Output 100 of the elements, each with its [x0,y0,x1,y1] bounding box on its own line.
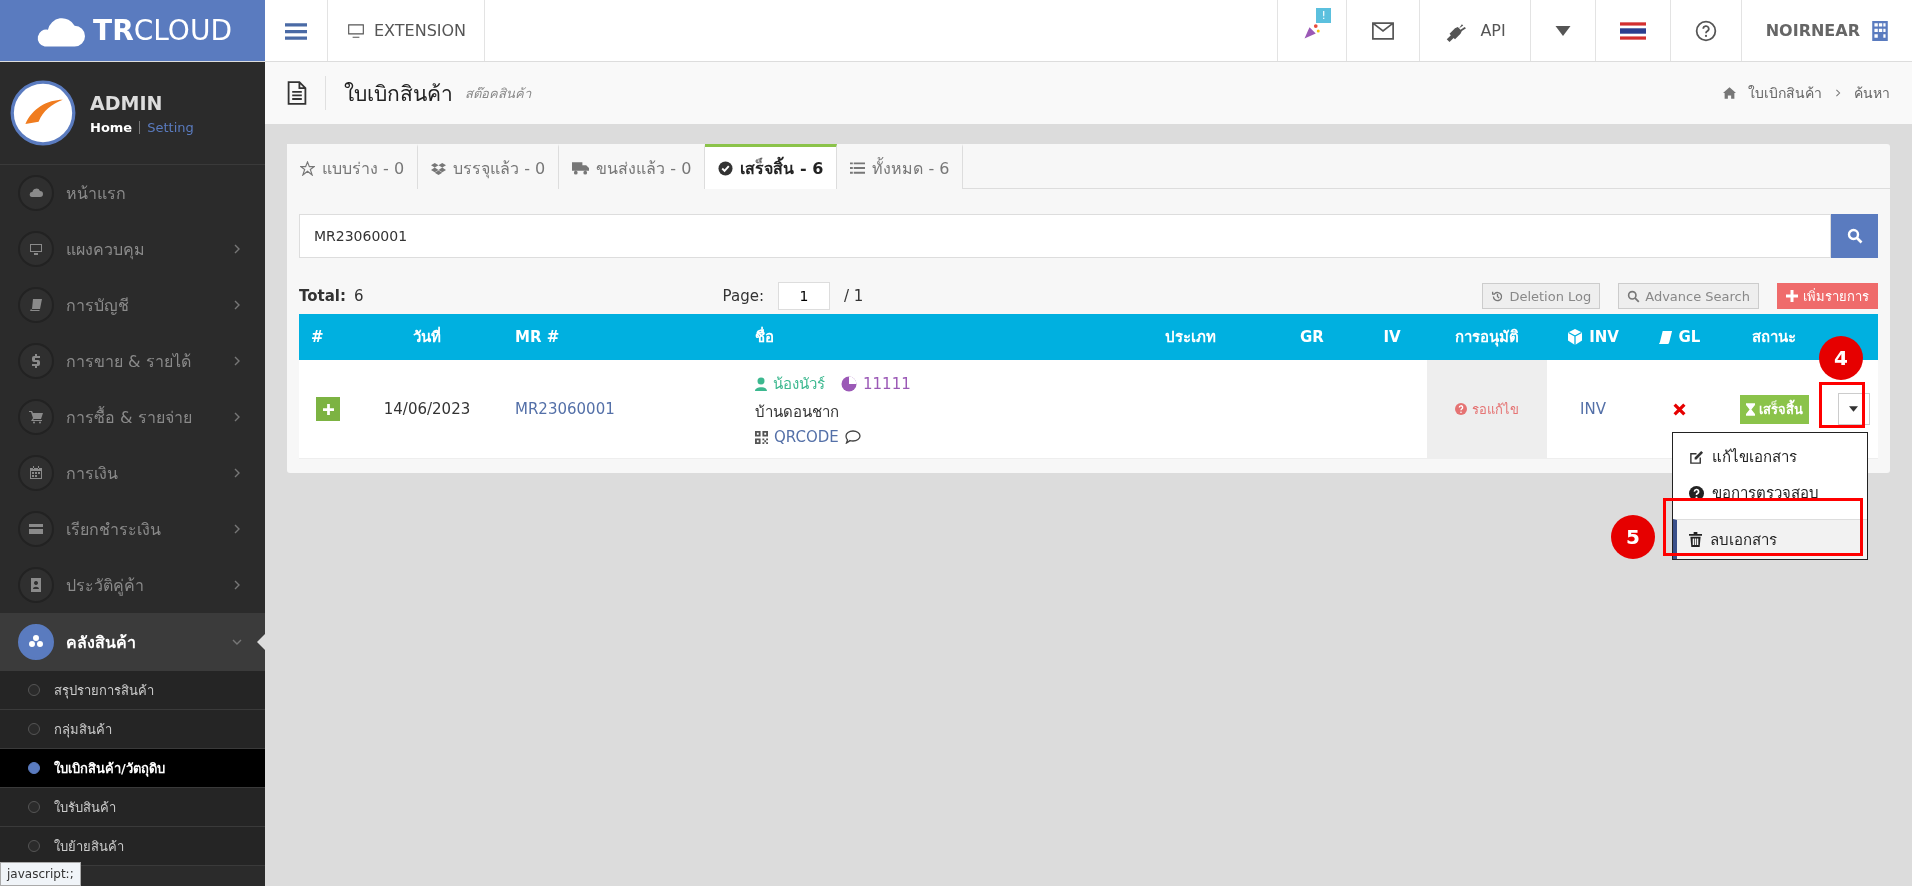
sidebar-subitem[interactable]: ใบย้ายสินค้า [0,827,265,866]
points-value: 11111 [863,375,911,393]
sidebar-label: การเงิน [66,462,119,485]
sidebar-subitem[interactable]: กลุ่มสินค้า [0,710,265,749]
total-count: 6 [354,287,364,305]
search-button[interactable] [1831,214,1878,258]
boxes-icon [431,160,447,176]
highlight-frame [1819,382,1865,428]
question-circle-icon [1689,485,1704,501]
advance-search-button[interactable]: Advance Search [1618,283,1759,309]
plus-icon [1786,290,1798,302]
breadcrumb-link[interactable]: ค้นหา [1854,82,1890,104]
sidebar-subitem[interactable]: ใบเบิกสินค้า/วัตถุดิบ [0,749,265,788]
deletion-log-button[interactable]: Deletion Log [1482,283,1601,309]
column-header: INV [1547,328,1639,346]
comment-icon [844,430,861,444]
column-header: GL [1639,328,1719,346]
page-field[interactable]: 1 [777,282,830,310]
sidebar-label: คลังสินค้า [66,631,137,654]
edit-icon [1689,449,1704,465]
column-header: IV [1382,328,1402,346]
dropdown-toggle[interactable] [1837,393,1870,425]
status-tooltip: javascript:; [0,862,81,886]
monitor-icon [28,241,44,257]
sidebar-item[interactable]: การขาย & รายได้ [0,333,265,389]
sidebar-item[interactable]: การซื้อ & รายจ่าย [0,389,265,445]
page-count: / 1 [843,287,864,305]
status-tab[interactable]: บรรจุแล้ว - 0 [418,144,560,189]
approval-status: รอแก้ไข [1472,400,1519,419]
search-field[interactable]: MR23060001 [299,214,1831,258]
status-tab[interactable]: แบบร่าง - 0 [287,144,419,189]
status-tab[interactable]: ทั้งหมด - 6 [837,144,964,189]
history-icon [1491,289,1505,303]
place-name: บ้านดอนชาก [755,402,839,423]
trash-icon [1689,532,1702,547]
contact-card-icon [28,577,44,593]
column-header: ประเภท [1164,327,1217,348]
user-button[interactable]: NOIRNEAR [1740,0,1912,61]
book-icon [28,297,44,313]
sidebar-item[interactable]: การเงิน [0,445,265,501]
sidebar-item[interactable]: การบัญชี [0,277,265,333]
monitor-icon [346,21,366,40]
column-header: # [310,328,325,346]
sidebar-subitem[interactable]: ใบรับสินค้า [0,788,265,827]
check-circle-icon [718,160,734,176]
column-header: สถานะ [1751,327,1797,348]
caret-down-icon [1849,406,1858,412]
question-circle-icon [1455,403,1467,415]
notification-badge: ! [1316,8,1331,23]
sidebar-item[interactable]: แผงควบคุม [0,221,265,277]
user-name: ADMIN [90,91,164,114]
document-number-link[interactable]: MR23060001 [515,400,615,418]
document-icon [287,81,307,105]
sidebar-label: เรียกชำระเงิน [66,518,162,541]
sidebar-item[interactable]: เรียกชำระเงิน [0,501,265,557]
cube-icon [1567,329,1584,345]
sidebar-label: แผงควบคุม [66,238,146,262]
cart-icon [28,409,44,425]
inv-link[interactable]: INV [1580,400,1606,418]
status-tab[interactable]: ขนส่งแล้ว - 0 [559,144,706,189]
add-button[interactable]: เพิ่มรายการ [1777,283,1878,309]
page-subtitle: สต๊อคสินค้า [465,84,531,103]
column-header: การอนุมัติ [1454,327,1520,349]
sidebar-label: การซื้อ & รายจ่าย [66,405,193,429]
book-icon [1657,329,1673,345]
breadcrumb-link[interactable]: ใบเบิกสินค้า [1748,82,1822,104]
status-tab[interactable]: เสร็จสิ้น - 6 [705,144,838,189]
sidebar-item[interactable]: คลังสินค้า [0,613,265,671]
profile-link[interactable]: Setting [147,119,194,135]
column-header: GR [1299,328,1325,346]
plus-icon [322,403,334,415]
cubes-icon [28,634,44,650]
sidebar-item[interactable]: หน้าแรก [0,165,265,221]
column-header: MR # [514,328,561,346]
qrcode-link[interactable]: QRCODE [774,428,839,446]
step-number-badge: 5 [1611,515,1655,559]
credit-card-icon [28,521,44,537]
status-badge: เสร็จสิ้น [1739,394,1809,424]
sidebar-label: การบัญชี [66,294,130,317]
search-icon [1627,289,1641,303]
column-header: วันที่ [412,325,442,348]
pie-chart-icon [841,376,857,392]
api-button[interactable]: API [1419,0,1530,61]
page-label: Page: [722,287,764,305]
sidebar-label: ประวัติคู่ค้า [66,574,145,598]
chevron-right-icon [1834,88,1842,98]
sidebar-subitem[interactable]: สรุปรายการสินค้า [0,671,265,710]
truck-icon [572,161,590,175]
date-cell: 14/06/2023 [383,400,471,418]
profile-link[interactable]: Home [90,119,133,135]
contact-name: น้องนัวร์ [773,374,825,395]
sidebar-item[interactable]: ประวัติคู่ค้า [0,557,265,613]
total-label: Total: [299,287,346,305]
sidebar-label: หน้าแรก [66,182,127,205]
extension-button[interactable]: EXTENSION [328,0,486,61]
avatar [10,80,76,146]
qr-code-icon [755,430,768,444]
list-icon [850,161,866,175]
column-header: ชื่อ [754,325,775,348]
sidebar-label: การขาย & รายได้ [66,350,192,373]
